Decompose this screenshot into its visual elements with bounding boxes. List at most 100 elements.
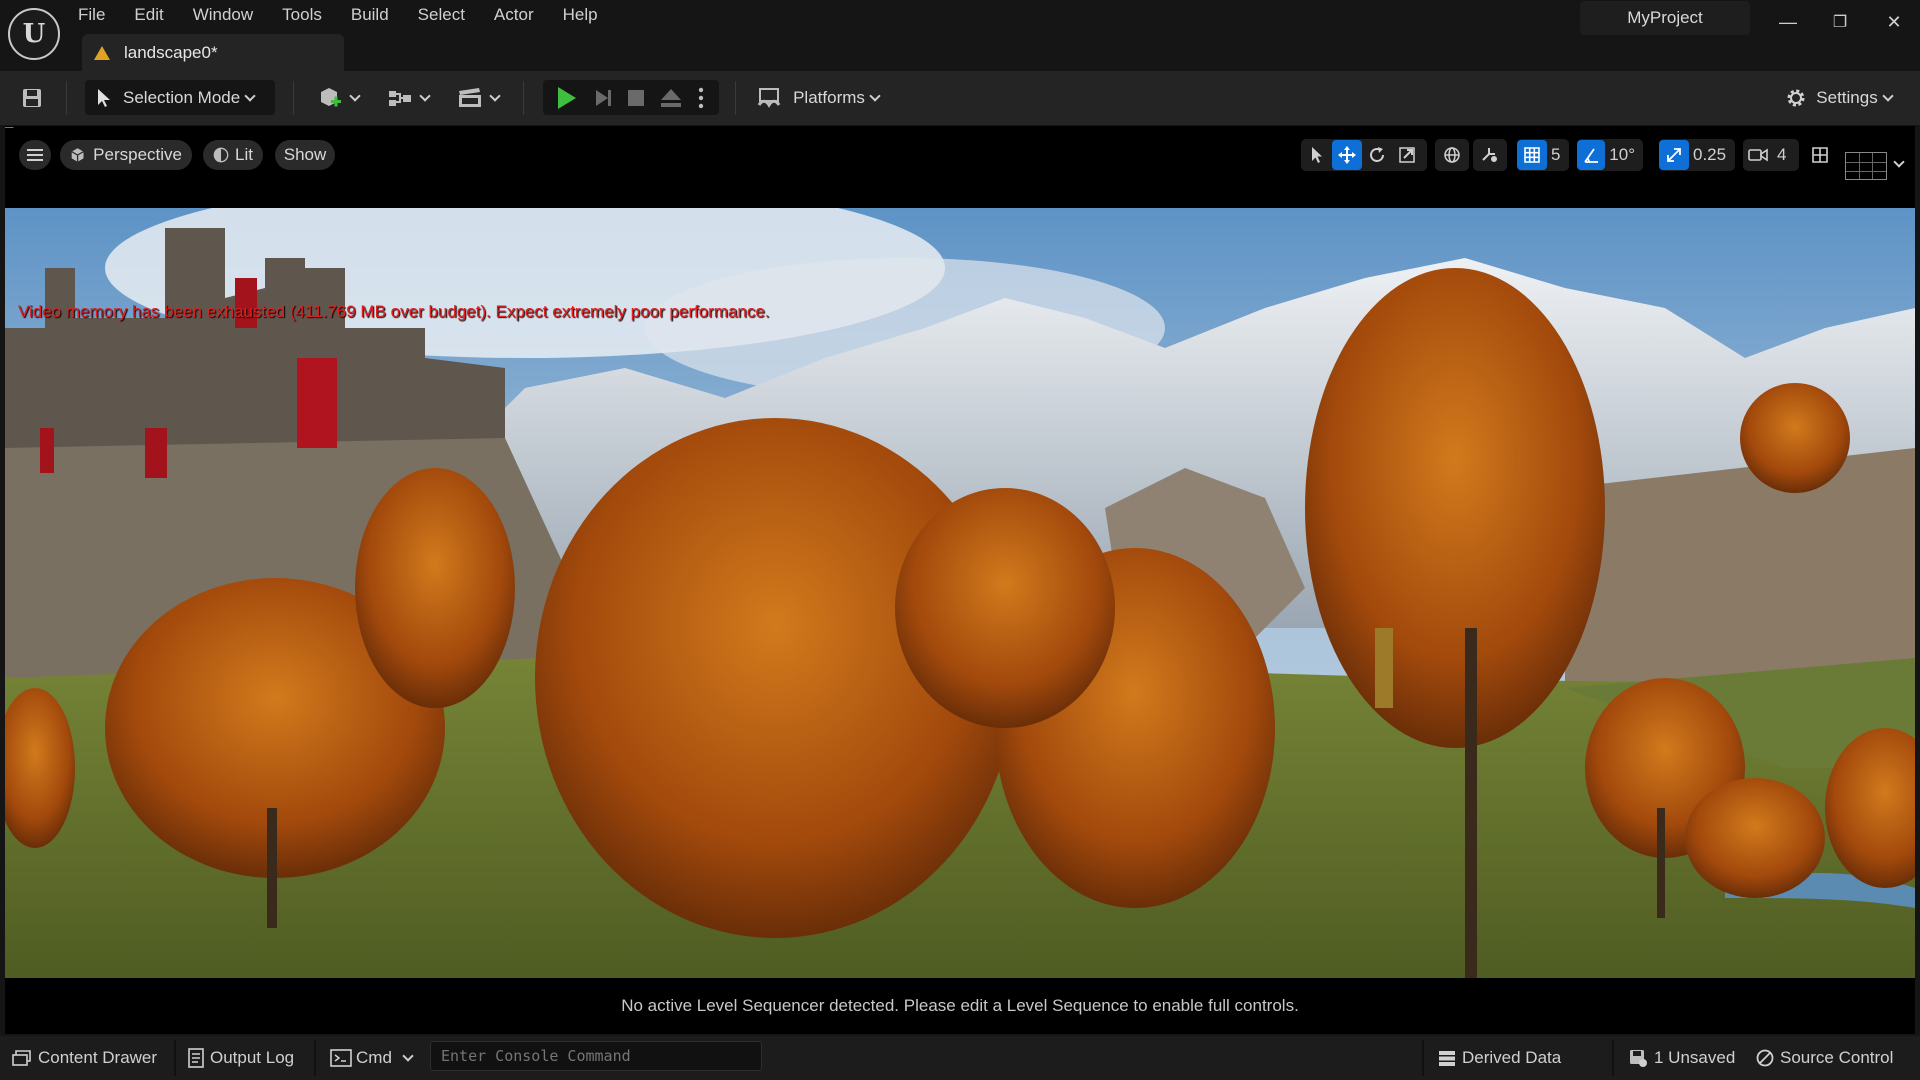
perspective-dropdown[interactable]: Perspective [60,140,192,170]
menu-edit[interactable]: Edit [128,2,169,28]
content-drawer-icon [12,1050,31,1066]
cursor-icon [98,88,110,107]
chevron-down-icon[interactable] [1893,156,1905,168]
unsaved-button[interactable]: 1 Unsaved [1628,1041,1735,1075]
source-control-icon [1756,1049,1774,1067]
level-tab[interactable]: landscape0* [82,34,344,71]
select-tool-button[interactable] [1302,140,1332,170]
output-log-icon [188,1048,204,1068]
menu-bar: File Edit Window Tools Build Select Acto… [72,2,621,28]
rotate-tool-button[interactable] [1362,140,1392,170]
menu-actor[interactable]: Actor [488,2,540,28]
content-drawer-button[interactable]: Content Drawer [12,1041,157,1075]
close-button[interactable]: ✕ [1876,4,1912,40]
show-dropdown[interactable]: Show [275,140,335,170]
translate-tool-button[interactable] [1332,140,1362,170]
grid-snap-toggle[interactable] [1517,140,1547,170]
derived-data-label: Derived Data [1462,1048,1562,1067]
cmd-dropdown[interactable]: Cmd [330,1041,414,1075]
viewport-scene[interactable]: Video memory has been exhausted (411.769… [5,208,1915,978]
output-log-button[interactable]: Output Log [188,1041,294,1075]
restore-button[interactable]: ❐ [1822,4,1858,40]
viewport-layout-preview[interactable] [1845,152,1887,180]
console-command-input[interactable] [430,1041,762,1071]
unreal-logo-icon[interactable]: U [8,8,60,60]
menu-tools[interactable]: Tools [276,2,328,28]
scale-snap-value: 0.25 [1693,145,1727,164]
menu-file[interactable]: File [72,2,111,28]
cmd-label: Cmd [356,1048,392,1067]
add-actor-icon [321,87,341,106]
settings-dropdown[interactable]: Settings [1775,80,1901,115]
sequencer-notice: No active Level Sequencer detected. Plea… [5,978,1915,1034]
surface-snap-icon [1482,148,1497,162]
stop-button[interactable] [619,83,653,113]
platforms-label: Platforms [793,87,865,107]
menu-build[interactable]: Build [345,2,395,28]
scale-tool-button[interactable] [1392,140,1422,170]
perspective-label: Perspective [93,145,182,164]
play-button[interactable] [549,83,585,113]
menu-select[interactable]: Select [412,2,471,28]
terminal-icon [330,1049,352,1067]
minimize-button[interactable]: — [1770,4,1806,40]
viewport-options-button[interactable] [19,140,51,170]
rotation-snap-toggle[interactable] [1577,140,1606,170]
stop-icon [628,89,644,106]
cursor-icon [1312,147,1322,163]
chevron-down-icon [419,89,431,102]
camera-speed-control[interactable]: 4 [1743,139,1799,171]
selection-mode-dropdown[interactable]: Selection Mode [85,80,275,115]
angle-icon [1584,148,1599,163]
eject-button[interactable] [653,83,689,113]
chevron-down-icon [1882,89,1894,102]
globe-icon [1444,147,1460,163]
grid-snap-value: 5 [1551,145,1561,164]
scale-snap-toggle[interactable] [1659,140,1689,170]
step-button[interactable] [585,83,619,113]
gear-icon [1787,89,1805,106]
source-control-button[interactable]: Source Control [1756,1041,1893,1075]
save-button[interactable] [14,80,50,115]
platforms-dropdown[interactable]: Platforms [748,80,888,115]
status-bar: Content Drawer Output Log Cmd Derived Da… [0,1036,1920,1080]
play-options-button[interactable] [689,83,713,113]
view-mode-dropdown[interactable]: Lit [203,140,263,170]
camera-speed-button[interactable] [1743,140,1773,170]
unsaved-label: 1 Unsaved [1654,1048,1736,1067]
layout-grid-icon [1812,147,1828,163]
main-toolbar: Selection Mode Platforms Settings [0,71,1920,125]
step-icon [596,89,611,106]
menu-help[interactable]: Help [557,2,604,28]
level-icon [94,45,110,60]
cube-icon [71,148,84,162]
surface-snap-button[interactable] [1473,139,1507,171]
cinematics-button[interactable] [450,80,506,115]
save-icon [23,88,41,107]
output-log-label: Output Log [210,1048,295,1067]
derived-data-button[interactable]: Derived Data [1438,1041,1561,1075]
add-actor-button[interactable] [310,80,366,115]
blueprint-button[interactable] [380,80,436,115]
scene-render [5,208,1915,978]
project-name[interactable]: MyProject [1580,1,1750,35]
layout-button[interactable] [1805,140,1835,170]
lit-sphere-icon [213,147,229,163]
camera-speed-value: 4 [1777,145,1787,164]
selection-mode-label: Selection Mode [123,87,241,107]
grid-snap-control[interactable]: 5 [1517,139,1569,171]
derived-data-icon [1439,1051,1455,1066]
unsaved-icon [1630,1050,1647,1067]
chevron-down-icon [349,89,361,102]
scale-snap-control[interactable]: 0.25 [1659,139,1735,171]
blueprint-icon [389,90,411,106]
menu-window[interactable]: Window [187,2,259,28]
play-icon [558,86,576,109]
coordinate-system-button[interactable] [1435,139,1469,171]
eject-icon [661,88,681,107]
cinematics-icon [459,87,481,107]
source-control-label: Source Control [1780,1048,1894,1067]
chevron-down-icon [244,89,256,102]
rotation-snap-control[interactable]: 10° [1577,139,1643,171]
scale-icon [1399,147,1415,163]
